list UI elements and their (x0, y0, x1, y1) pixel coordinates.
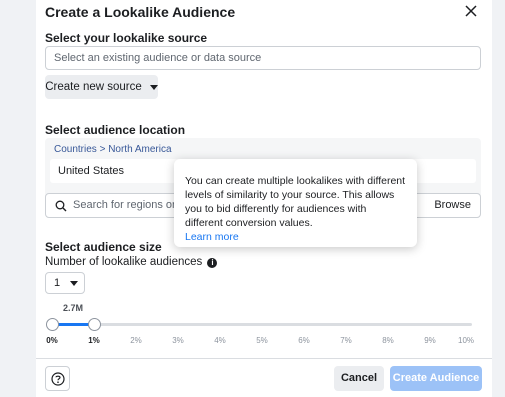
source-select-input[interactable]: Select an existing audience or data sour… (45, 46, 481, 70)
learn-more-link[interactable]: Learn more (185, 230, 406, 244)
help-icon (51, 372, 65, 386)
slider-tick-label: 4% (214, 336, 226, 345)
location-breadcrumb[interactable]: Countries > North America (54, 144, 172, 155)
slider-tick-label: 2% (130, 336, 142, 345)
size-section-label: Select audience size (45, 240, 162, 254)
info-icon[interactable]: i (207, 258, 218, 268)
create-new-source-button[interactable]: Create new source (45, 75, 158, 99)
cancel-button[interactable]: Cancel (334, 366, 384, 391)
location-section-label: Select audience location (45, 123, 186, 137)
slider-tick-label: 7% (340, 336, 352, 345)
tooltip-text: You can create multiple lookalikes with … (185, 175, 406, 229)
estimated-reach: 2.7M (63, 303, 84, 313)
source-section-label: Select your lookalike source (45, 31, 208, 45)
dialog-footer: Cancel Create Audience (36, 358, 492, 397)
slider-tick-label: 5% (256, 336, 268, 345)
slider-tick-label: 0% (46, 336, 58, 345)
search-icon (55, 200, 67, 212)
slider-tick-label: 8% (382, 336, 394, 345)
slider-handle-min[interactable] (46, 318, 59, 331)
slider-tick-label: 9% (424, 336, 436, 345)
lookalike-count-text: Number of lookalike audiences (45, 256, 203, 268)
help-button[interactable] (45, 366, 70, 391)
close-icon[interactable] (464, 4, 478, 18)
dialog-title: Create a Lookalike Audience (45, 4, 236, 20)
lookalike-count-label: Number of lookalike audiences i (45, 256, 218, 268)
slider-tick-label: 3% (172, 336, 184, 345)
slider-track[interactable] (52, 323, 472, 326)
slider-tick-label: 6% (298, 336, 310, 345)
info-tooltip: You can create multiple lookalikes with … (174, 159, 417, 247)
lookalike-count-select[interactable]: 1 (45, 272, 85, 294)
slider-tick-label: 1% (88, 336, 100, 345)
caret-down-icon (70, 280, 79, 286)
browse-button[interactable]: Browse (434, 194, 471, 217)
caret-down-icon (149, 84, 158, 90)
create-new-source-label: Create new source (45, 81, 142, 93)
slider-tick-label: 10% (457, 336, 475, 345)
create-audience-button[interactable]: Create Audience (390, 366, 482, 391)
slider-handle-max[interactable] (88, 318, 101, 331)
lookalike-count-value: 1 (54, 277, 61, 289)
audience-size-slider: 2.7M 0% 1% 2% 3% 4% 5% 6% 7% 8% 9% 10% (36, 295, 492, 355)
